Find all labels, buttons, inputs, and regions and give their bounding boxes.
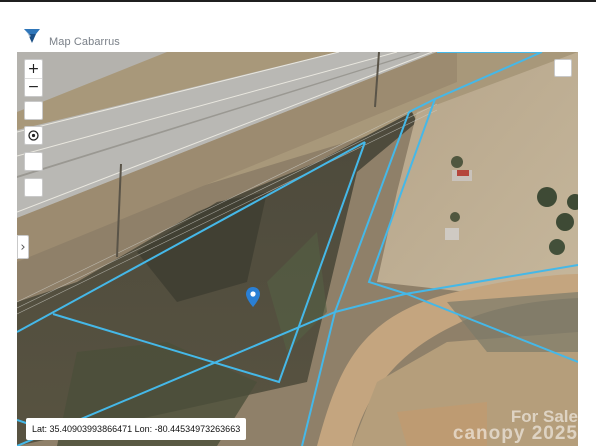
app-header: Map Cabarrus xyxy=(0,2,596,52)
map-view[interactable]: + − › Lat: 35.40903993866471 Lon: -80.44… xyxy=(17,52,578,446)
watermark: For Sale canopy 2025 xyxy=(452,408,578,444)
expand-panel-button[interactable]: › xyxy=(17,235,29,259)
draw-button[interactable] xyxy=(24,178,43,197)
cabarrus-logo-icon xyxy=(24,29,40,43)
target-icon xyxy=(28,130,39,141)
measure-button[interactable] xyxy=(24,152,43,171)
zoom-out-button[interactable]: − xyxy=(25,78,42,96)
zoom-control: + − xyxy=(24,59,43,97)
locate-button[interactable] xyxy=(24,126,43,145)
coordinate-readout: Lat: 35.40903993866471 Lon: -80.44534973… xyxy=(26,418,247,440)
chevron-right-icon: › xyxy=(20,239,26,255)
location-pin-icon[interactable] xyxy=(246,287,260,307)
watermark-canopy: canopy 2025 xyxy=(452,423,578,444)
zoom-in-button[interactable]: + xyxy=(25,60,42,79)
fullscreen-button[interactable] xyxy=(554,59,572,77)
page-title: Map Cabarrus xyxy=(49,36,120,48)
parcel-boundaries xyxy=(17,52,578,446)
layers-button[interactable] xyxy=(24,101,43,120)
